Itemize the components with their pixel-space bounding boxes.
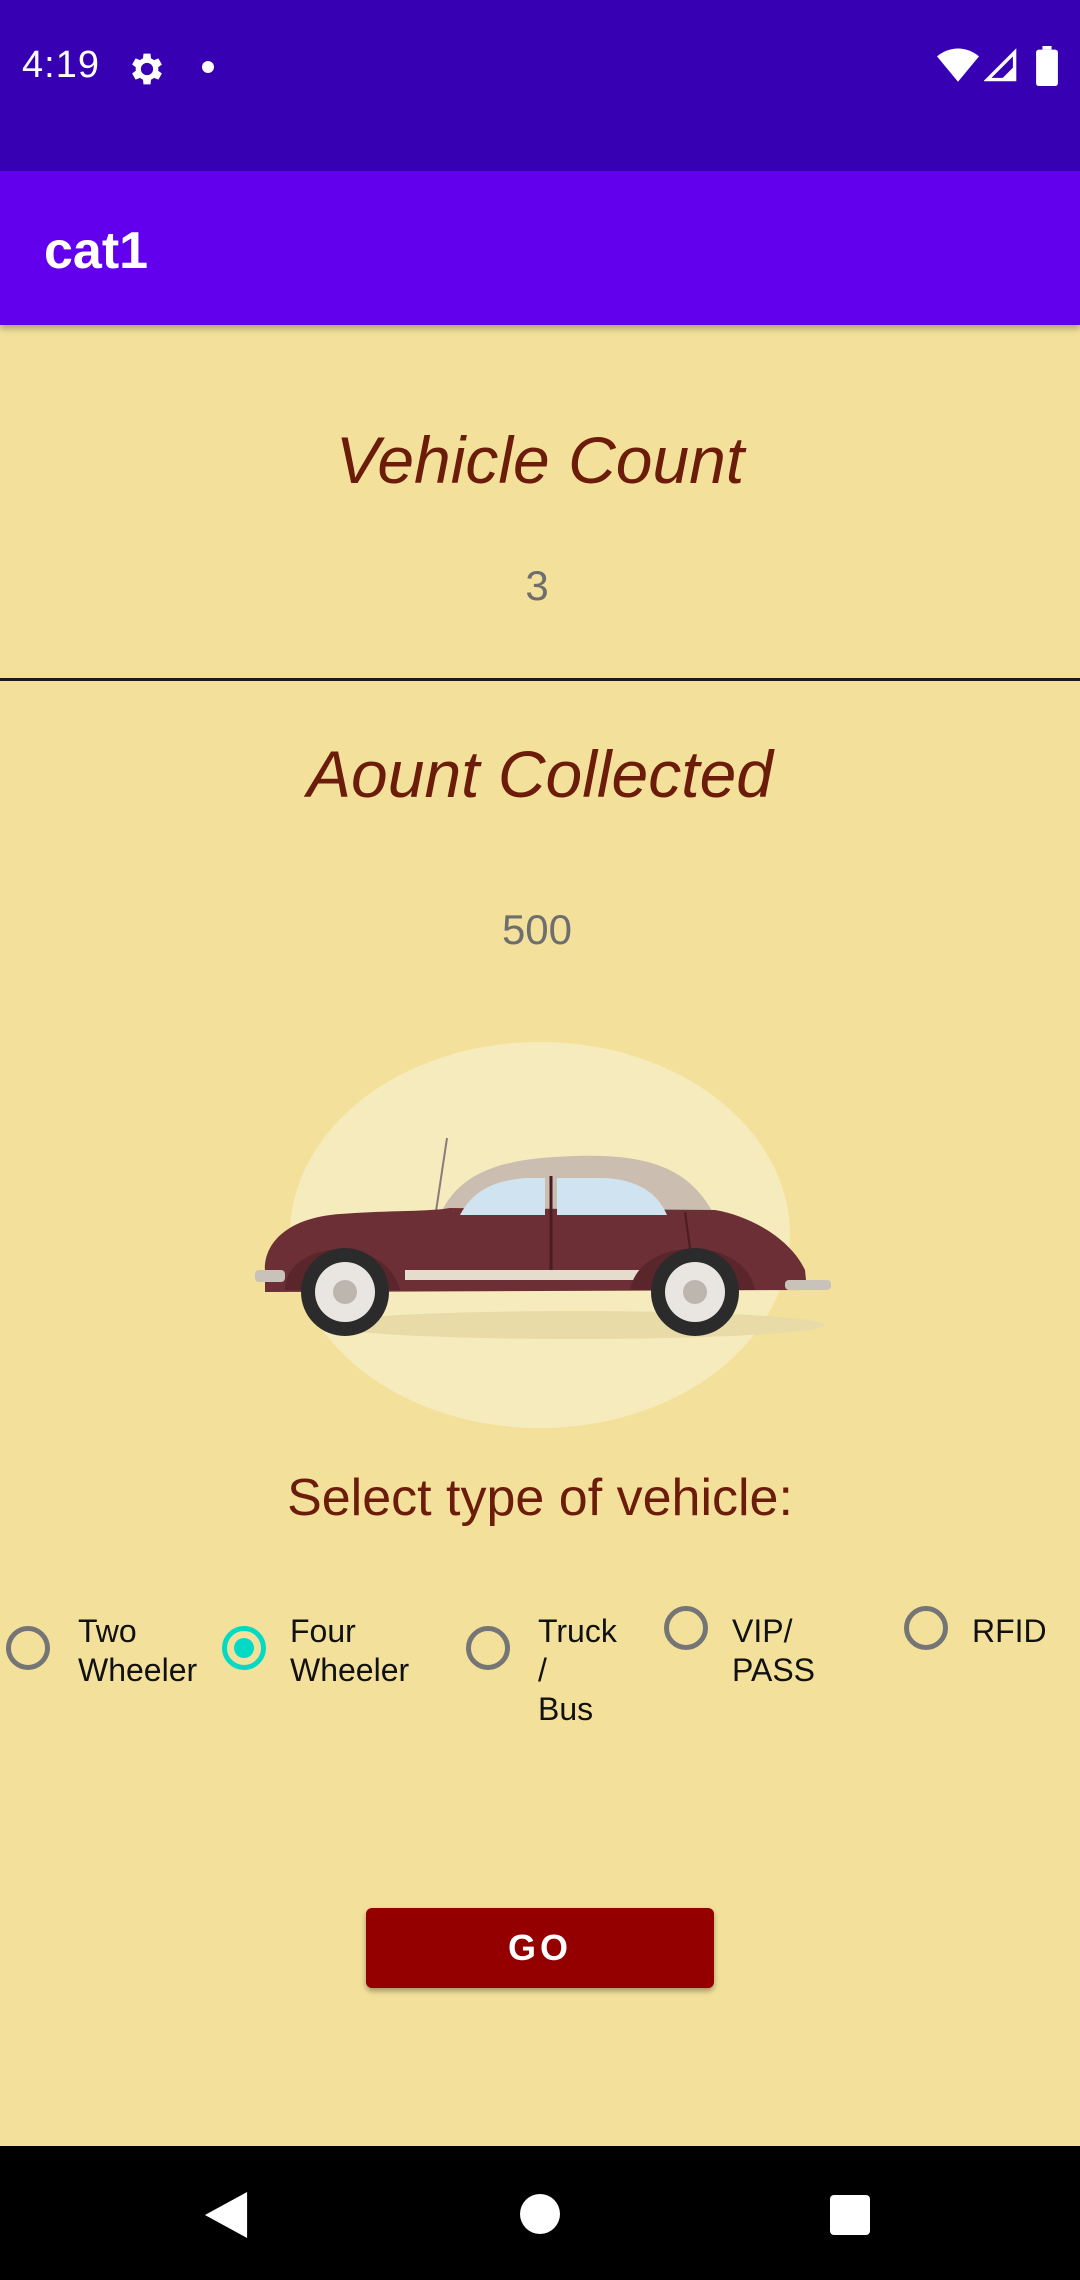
radio-button[interactable] — [6, 1626, 50, 1670]
battery-icon — [1036, 46, 1058, 86]
radio-label-two-wheeler: Two Wheeler — [78, 1613, 198, 1688]
radio-button[interactable] — [664, 1606, 708, 1650]
radio-button[interactable] — [466, 1626, 510, 1670]
status-bar: 4:19 — [0, 0, 1080, 171]
home-icon[interactable] — [520, 2194, 560, 2234]
radio-label-vip-pass: VIP/ PASS — [732, 1613, 815, 1688]
navigation-bar — [0, 2146, 1080, 2280]
app-title: cat1 — [44, 222, 149, 280]
recents-icon[interactable] — [830, 2195, 870, 2235]
vehicle-type-label: Select type of vehicle: — [287, 1469, 793, 1527]
vehicle-count-value: 3 — [525, 562, 549, 609]
go-button[interactable]: GO — [366, 1908, 714, 1988]
radio-button[interactable] — [904, 1606, 948, 1650]
vehicle-count-heading: Vehicle Count — [335, 423, 745, 497]
divider — [0, 678, 1080, 681]
app-bar: cat1 — [0, 171, 1080, 325]
amount-collected-value: 500 — [501, 906, 573, 953]
gear-icon — [132, 53, 162, 85]
notification-dot-icon — [202, 61, 214, 73]
radio-label-truck-bus: Truck / Bus — [538, 1613, 617, 1727]
car-illustration — [255, 1137, 831, 1339]
wifi-icon — [937, 48, 979, 82]
radio-button-checked[interactable] — [222, 1626, 266, 1670]
back-icon[interactable] — [204, 2192, 248, 2238]
signal-icon — [984, 48, 1017, 82]
radio-label-rfid: RFID — [972, 1613, 1047, 1649]
radio-label-four-wheeler: Four Wheeler — [290, 1613, 410, 1688]
amount-collected-heading: Aount Collected — [307, 737, 773, 811]
status-time: 4:19 — [22, 44, 100, 86]
